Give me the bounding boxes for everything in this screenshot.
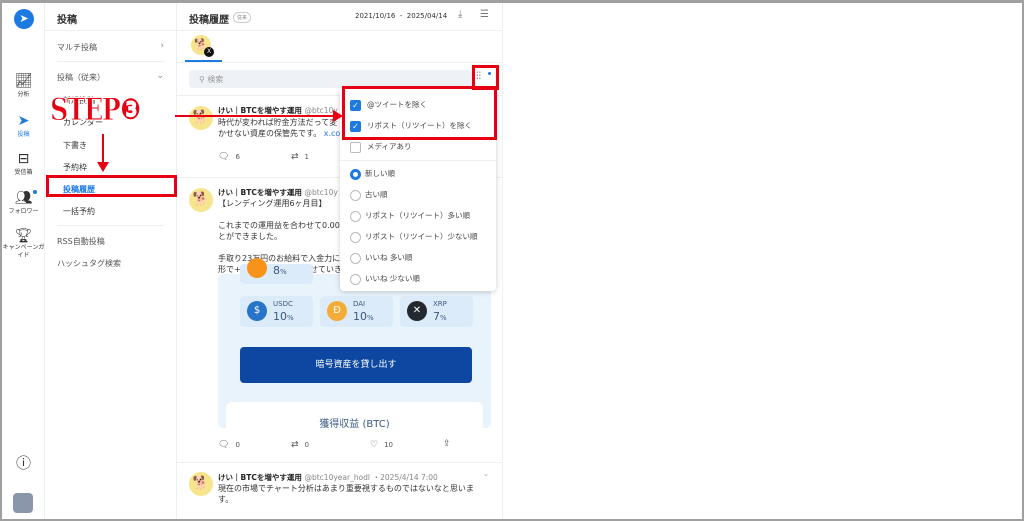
post-author: けい｜BTCを増やす運用 <box>218 473 302 482</box>
coin-tile-dai: Đ DAI 10% <box>320 296 393 327</box>
avatar: 🐕 <box>189 472 213 496</box>
sidebar-item-hashtag-search[interactable]: ハッシュタグ検索 <box>57 258 121 269</box>
arrow-down-icon <box>97 162 109 172</box>
rail-item-inbox[interactable]: ⊟ 受信箱 <box>2 151 45 176</box>
chevron-right-icon: › <box>160 41 164 51</box>
chart-icon: 📈︎ <box>14 73 33 89</box>
users-icon: 👥︎ <box>14 190 33 206</box>
xrp-icon: ✕ <box>407 301 427 321</box>
chevron-down-icon: ⌄ <box>156 71 164 81</box>
chevron-down-icon[interactable]: ⌄ <box>483 470 489 478</box>
trophy-icon: 🏆︎ <box>14 228 33 244</box>
rail-item-followers[interactable]: 👥︎ フォロワー <box>2 190 45 215</box>
post-author: けい｜BTCを増やす運用 <box>218 106 302 115</box>
repost-icon: ⇄ <box>291 440 299 450</box>
repost-button[interactable]: ⇄ 0 <box>291 440 309 450</box>
post-handle: @btc10year_hodl <box>304 473 371 482</box>
sidebar-title: 投稿 <box>45 3 176 31</box>
icon-rail: ➤ 📈︎ 分析 ➤ 投稿 ⊟ 受信箱 👥︎ フォロワー 🏆︎ キャンペーンガイド ⓘ <box>2 3 45 519</box>
post-image-card[interactable]: 8% $ USDC 10% Đ DAI 10% ✕ XRP 7% 暗号資産を貸し出す 獲得収… <box>218 254 491 432</box>
rail-item-analytics[interactable]: 📈︎ 分析 <box>2 73 45 98</box>
reply-button[interactable]: 🗨︎ 0 <box>218 440 240 450</box>
sidebar-item-schedule-slots[interactable]: 予約枠 <box>63 162 87 173</box>
highlight-post-history <box>46 175 177 197</box>
annotation-arrow-line <box>175 115 335 117</box>
account-avatar[interactable] <box>13 493 33 513</box>
post-handle: @btc10y <box>304 188 338 197</box>
arrow-right-icon <box>333 110 343 122</box>
chart-bars-icon[interactable]: ☰ <box>480 9 489 20</box>
like-button[interactable]: ♡ 10 <box>370 440 393 450</box>
post-link[interactable]: x.co <box>324 129 341 138</box>
annotation-arrow-line <box>102 134 104 164</box>
page-title: 投稿履歴 <box>189 15 229 26</box>
checkbox-has-media[interactable]: メディアあり <box>350 141 411 153</box>
repost-button[interactable]: ⇄ 1 <box>291 152 309 162</box>
panel-header: 投稿履歴 従来 2021/10/16 - 2025/04/14 ⤓ ☰ <box>177 3 502 31</box>
reply-button[interactable]: 🗨︎ 6 <box>218 152 240 162</box>
reply-icon: 🗨︎ <box>218 440 230 450</box>
usdc-icon: $ <box>247 301 267 321</box>
share-icon[interactable]: ⇪ <box>443 439 457 449</box>
radio-sort-newest[interactable]: 新しい順 <box>350 168 395 180</box>
avatar: 🐕 <box>189 106 213 130</box>
radio-sort-reposts-least[interactable]: リポスト（リツイート）少ない順 <box>350 231 478 243</box>
highlight-exclude-checkboxes <box>342 86 497 140</box>
send-icon: ➤ <box>17 113 30 129</box>
avatar: 🐕 <box>189 188 213 212</box>
sidebar-item-rss[interactable]: RSS自動投稿 <box>57 236 105 247</box>
post-time: ・2025/4/14 7:00 <box>372 473 438 482</box>
notification-dot <box>33 190 37 194</box>
radio-sort-likes-most[interactable]: いいね 多い順 <box>350 252 412 264</box>
post-item[interactable]: 🐕 けい｜BTCを増やす運用 @btc10year_hodl ・2025/4/1… <box>177 462 502 519</box>
radio-sort-oldest[interactable]: 古い順 <box>350 189 388 201</box>
earnings-title: 獲得収益 (BTC) <box>226 402 483 432</box>
inbox-icon: ⊟ <box>17 151 30 167</box>
legacy-badge: 従来 <box>233 12 252 23</box>
sidebar-item-drafts[interactable]: 下書き <box>63 140 87 151</box>
coin-tile: 8% <box>240 258 313 284</box>
post-text: 現在の市場でチャート分析はあまり重要視するものではないなと思いま す。 <box>218 484 474 504</box>
rail-item-post[interactable]: ➤ 投稿 <box>2 113 45 138</box>
reply-icon: 🗨︎ <box>218 152 230 162</box>
download-icon[interactable]: ⤓ <box>458 9 462 20</box>
help-icon[interactable]: ⓘ <box>2 455 45 471</box>
step-annotation: STEP❸ <box>50 92 143 129</box>
heart-icon: ♡ <box>370 440 379 450</box>
app-logo-icon[interactable]: ➤ <box>14 9 34 29</box>
sidebar-item-bulk-schedule[interactable]: 一括予約 <box>63 206 95 217</box>
post-sidebar: 投稿 マルチ投稿 › 投稿（従来） ⌄ 新規投稿 カレンダー 下書き 予約枠 投稿履… <box>45 3 177 519</box>
radio-sort-likes-least[interactable]: いいね 少ない順 <box>350 273 420 285</box>
sidebar-item-multi-post[interactable]: マルチ投稿 <box>57 42 97 53</box>
coin-tile-usdc: $ USDC 10% <box>240 296 313 327</box>
repost-icon: ⇄ <box>291 152 299 162</box>
date-range[interactable]: 2021/10/16 - 2025/04/14 <box>355 12 447 20</box>
coin-tile-xrp: ✕ XRP 7% <box>400 296 473 327</box>
dai-icon: Đ <box>327 301 347 321</box>
lend-crypto-button: 暗号資産を貸し出す <box>240 347 472 383</box>
rail-item-campaign[interactable]: 🏆︎ キャンペーンガイド <box>2 228 45 260</box>
x-logo-icon: X <box>204 47 214 57</box>
sidebar-item-legacy-post[interactable]: 投稿（従来） <box>57 72 105 83</box>
radio-sort-reposts-most[interactable]: リポスト（リツイート）多い順 <box>350 210 470 222</box>
post-author: けい｜BTCを増やす運用 <box>218 188 302 197</box>
coin-icon <box>247 258 267 278</box>
